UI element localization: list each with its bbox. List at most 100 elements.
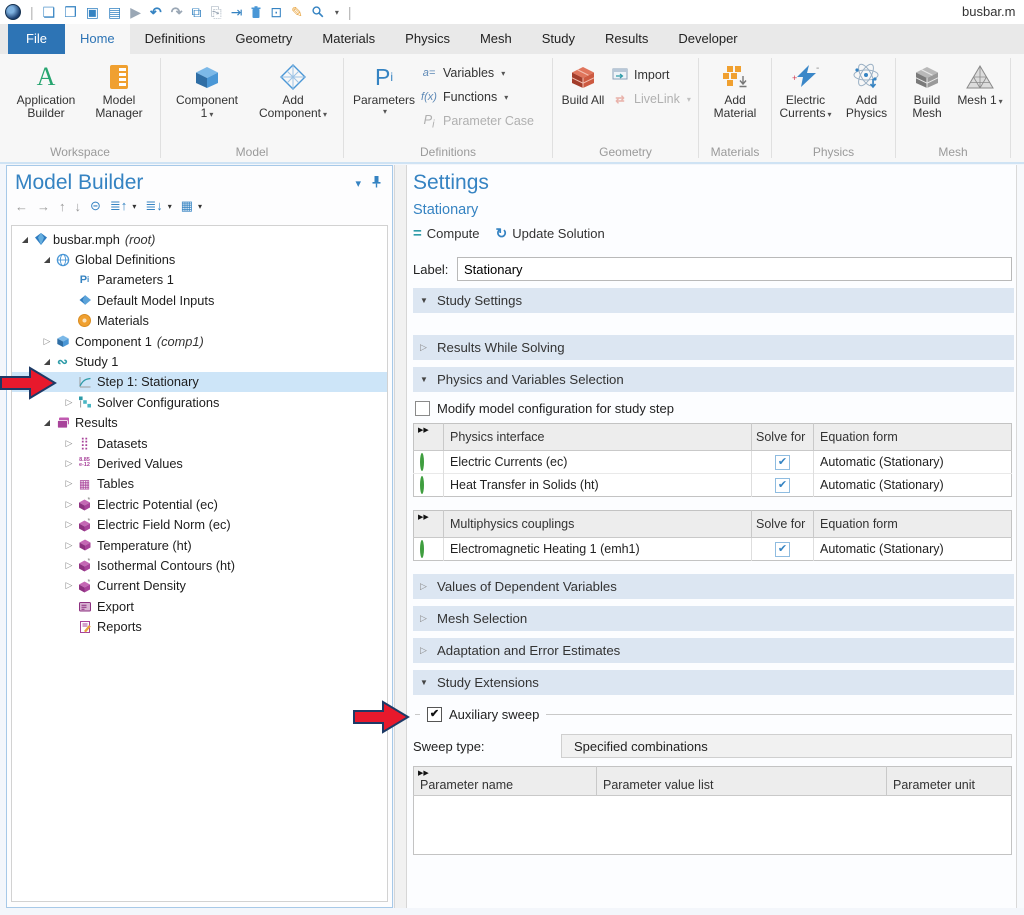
tab-results[interactable]: Results xyxy=(590,24,663,54)
pin-icon[interactable] xyxy=(371,175,382,191)
collapse-arrow-icon[interactable]: ▷ xyxy=(62,397,76,408)
tree-item-step-1-stationary[interactable]: Step 1: Stationary xyxy=(12,372,387,392)
tree-item-isothermal-contours[interactable]: ▷ * Isothermal Contours (ht) xyxy=(12,555,387,575)
section-adaptation-and-error-estimates[interactable]: ▷ Adaptation and Error Estimates xyxy=(413,638,1014,663)
solve-for-checkbox[interactable]: ✔ xyxy=(775,478,790,493)
component-1-button[interactable]: Component 1▾ xyxy=(171,60,243,121)
tab-file[interactable]: File xyxy=(8,24,65,54)
label-input[interactable] xyxy=(457,257,1012,281)
mesh-1-button[interactable]: Mesh 1▾ xyxy=(955,60,1005,108)
save-icon[interactable]: ▣ xyxy=(86,5,99,19)
build-mesh-button[interactable]: Build Mesh xyxy=(901,60,953,120)
forward-icon[interactable]: → xyxy=(37,199,50,214)
livelink-button[interactable]: ⇄ LiveLink▾ xyxy=(611,89,691,109)
modify-configuration-checkbox[interactable] xyxy=(415,401,430,416)
solve-for-checkbox[interactable]: ✔ xyxy=(775,455,790,470)
show-icon[interactable]: ⊝ xyxy=(90,198,101,214)
parameters-button[interactable]: Pi Parameters ▾ xyxy=(350,60,418,116)
expand-arrow-icon[interactable]: ◢ xyxy=(40,418,54,427)
section-mesh-selection[interactable]: ▷ Mesh Selection xyxy=(413,606,1014,631)
tree-item-derived-values[interactable]: ▷ 8.85e-12 Derived Values xyxy=(12,453,387,473)
tab-geometry[interactable]: Geometry xyxy=(220,24,307,54)
section-physics-and-variables-selection[interactable]: ▼ Physics and Variables Selection xyxy=(413,367,1014,392)
tree-item-current-density[interactable]: ▷ * Current Density xyxy=(12,576,387,596)
parameter-case-button[interactable]: Pi Parameter Case xyxy=(420,111,534,131)
chevron-down-icon[interactable]: ▾ xyxy=(132,202,136,211)
panel-resize-handle[interactable] xyxy=(394,165,407,908)
expand-arrow-icon[interactable]: ◢ xyxy=(18,235,32,244)
run-icon[interactable]: ▶ xyxy=(130,5,141,19)
add-material-button[interactable]: Add Material xyxy=(702,60,768,120)
section-study-settings[interactable]: ▼ Study Settings xyxy=(413,288,1014,313)
tree-item-temperature[interactable]: ▷ Temperature (ht) xyxy=(12,535,387,555)
sweep-type-dropdown[interactable]: Specified combinations xyxy=(561,734,1012,758)
paste-icon[interactable]: ⎘ xyxy=(210,5,221,19)
move-columns-icon[interactable]: ▶▶ xyxy=(418,769,429,777)
import-button[interactable]: Import xyxy=(611,65,691,85)
box-zoom-icon[interactable] xyxy=(312,6,324,18)
tab-physics[interactable]: Physics xyxy=(390,24,465,54)
tree-item-component-1[interactable]: ▷ Component 1(comp1) xyxy=(12,331,387,351)
tab-definitions[interactable]: Definitions xyxy=(130,24,221,54)
tree-item-reports[interactable]: Reports xyxy=(12,616,387,636)
redo-icon[interactable]: ↷ xyxy=(171,5,183,19)
tree-item-results[interactable]: ◢ Results xyxy=(12,413,387,433)
box-select-icon[interactable]: ⊡ xyxy=(270,5,282,19)
move-down-icon[interactable]: ↓ xyxy=(75,199,82,214)
table-row[interactable]: Electric Currents (ec) ✔ Automatic (Stat… xyxy=(414,451,1012,474)
application-builder-button[interactable]: A Application Builder xyxy=(8,60,84,120)
delete-icon[interactable] xyxy=(251,6,261,19)
expand-arrow-icon[interactable]: ◢ xyxy=(40,357,54,366)
table-row[interactable]: Heat Transfer in Solids (ht) ✔ Automatic… xyxy=(414,474,1012,497)
chevron-down-icon[interactable]: ▾ xyxy=(335,8,339,17)
tree-item-electric-potential[interactable]: ▷ * Electric Potential (ec) xyxy=(12,494,387,514)
tree-item-tables[interactable]: ▷ ▦ Tables xyxy=(12,474,387,494)
section-values-of-dependent-variables[interactable]: ▷ Values of Dependent Variables xyxy=(413,574,1014,599)
section-results-while-solving[interactable]: ▷ Results While Solving xyxy=(413,335,1014,360)
tree-item-datasets[interactable]: ▷ ⣿ Datasets xyxy=(12,433,387,453)
undo-icon[interactable]: ↶ xyxy=(150,5,162,19)
add-physics-button[interactable]: Add Physics xyxy=(840,60,894,120)
collapse-arrow-icon[interactable]: ▷ xyxy=(40,336,54,347)
solve-for-checkbox[interactable]: ✔ xyxy=(775,542,790,557)
move-columns-icon[interactable]: ▶▶ xyxy=(418,513,429,521)
tab-home[interactable]: Home xyxy=(65,24,130,54)
collapse-arrow-icon[interactable]: ▷ xyxy=(62,478,76,489)
open-icon[interactable]: ❒ xyxy=(64,5,77,19)
section-study-extensions[interactable]: ▼ Study Extensions xyxy=(413,670,1014,695)
tree-item-parameters-1[interactable]: Pi Parameters 1 xyxy=(12,270,387,290)
tab-developer[interactable]: Developer xyxy=(663,24,752,54)
add-component-button[interactable]: Add Component▾ xyxy=(253,60,333,121)
new-file-icon[interactable]: ❏ xyxy=(43,5,56,19)
back-icon[interactable]: ← xyxy=(15,199,28,214)
collapse-all-icon[interactable]: ≣↑ xyxy=(110,198,127,214)
move-up-icon[interactable]: ↑ xyxy=(59,199,66,214)
functions-button[interactable]: f(x) Functions▾ xyxy=(420,87,534,107)
collapse-arrow-icon[interactable]: ▷ xyxy=(62,519,76,530)
copy-icon[interactable]: ⧉ xyxy=(191,5,201,19)
tree-item-default-model-inputs[interactable]: Default Model Inputs xyxy=(12,290,387,310)
empty-table-body[interactable] xyxy=(414,796,1012,855)
auxiliary-sweep-checkbox[interactable]: ✔ xyxy=(427,707,442,722)
panel-menu-icon[interactable]: ▾ xyxy=(355,177,361,190)
duplicate-icon[interactable]: ⇥ xyxy=(231,5,243,19)
chevron-down-icon[interactable]: ▾ xyxy=(198,202,202,211)
collapse-arrow-icon[interactable]: ▷ xyxy=(62,540,76,551)
tab-mesh[interactable]: Mesh xyxy=(465,24,527,54)
tree-item-global-definitions[interactable]: ◢ Global Definitions xyxy=(12,249,387,269)
box-mark-icon[interactable]: ✎ xyxy=(291,5,303,19)
tree-item-root[interactable]: ◢ busbar.mph(root) xyxy=(12,229,387,249)
build-all-button[interactable]: Build All xyxy=(557,60,609,107)
model-tree-nodes-icon[interactable]: ▦ xyxy=(181,198,193,214)
chevron-down-icon[interactable]: ▾ xyxy=(168,202,172,211)
collapse-arrow-icon[interactable]: ▷ xyxy=(62,560,76,571)
variables-button[interactable]: a= Variables▾ xyxy=(420,63,534,83)
model-manager-button[interactable]: Model Manager xyxy=(86,60,152,120)
tab-materials[interactable]: Materials xyxy=(307,24,390,54)
tree-item-study-1[interactable]: ◢ ∾ Study 1 xyxy=(12,351,387,371)
compute-button[interactable]: =Compute xyxy=(413,225,480,242)
tree-item-materials[interactable]: Materials xyxy=(12,311,387,331)
save-image-icon[interactable]: ▤ xyxy=(108,5,121,19)
collapse-arrow-icon[interactable]: ▷ xyxy=(62,580,76,591)
electric-currents-button[interactable]: +- Electric Currents▾ xyxy=(774,60,838,121)
